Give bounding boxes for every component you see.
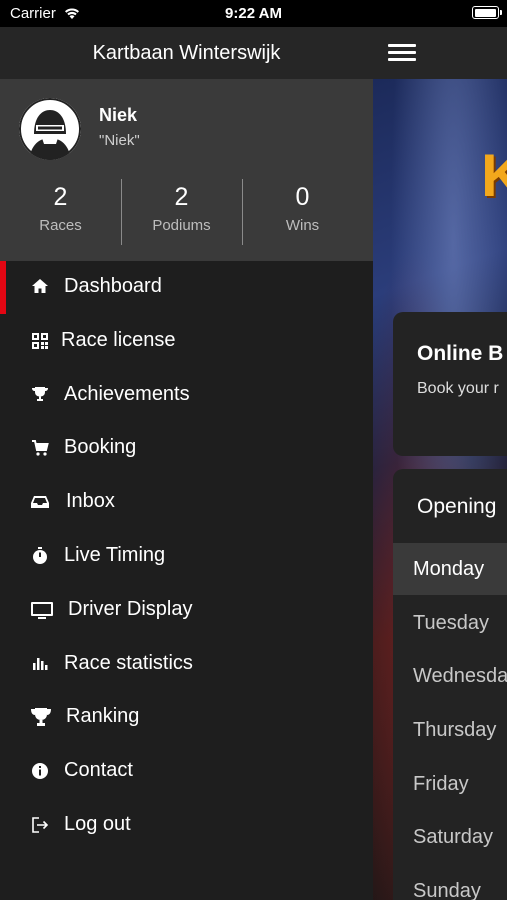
navigation-drawer: Kartbaan Winterswijk Niek "Niek" 2 Races… (0, 27, 373, 900)
menu-label: Achievements (64, 382, 190, 405)
trophy-small-icon (32, 386, 48, 401)
day-row[interactable]: Tuesday (393, 597, 507, 649)
battery-level (474, 8, 496, 17)
info-icon (32, 763, 48, 780)
day-row[interactable]: Monday (393, 543, 507, 595)
helmet-avatar-icon (19, 98, 81, 160)
menu-item-dashboard[interactable]: Dashboard (0, 261, 373, 315)
menu-label: Live Timing (64, 543, 166, 566)
menu-item-ranking[interactable]: Ranking (0, 691, 373, 745)
hero-logo: K (481, 142, 507, 209)
stat-races: 2 Races (0, 179, 121, 245)
stat-label: Wins (285, 217, 320, 234)
menu-label: Driver Display (68, 597, 193, 620)
stat-podiums: 2 Podiums (121, 179, 242, 245)
battery-icon (472, 6, 502, 19)
menu-label: Contact (64, 759, 133, 782)
menu-item-booking[interactable]: Booking (0, 422, 373, 476)
avatar[interactable] (19, 98, 81, 160)
drawer-menu: Dashboard Race license Achievements Book… (0, 261, 373, 853)
menu-label: Race license (61, 328, 176, 351)
booking-card-subtitle: Book your r (417, 380, 499, 397)
menu-item-inbox[interactable]: Inbox (0, 476, 373, 530)
menu-item-race-statistics[interactable]: Race statistics (0, 638, 373, 692)
drawer-title: Kartbaan Winterswijk (0, 27, 373, 79)
profile-panel[interactable]: Niek "Niek" 2 Races 2 Podiums 0 Wins (0, 79, 373, 261)
status-bar: Carrier 9:22 AM (0, 0, 507, 27)
main-header (373, 27, 507, 79)
monitor-icon (31, 601, 53, 619)
stat-value: 2 (174, 183, 189, 211)
menu-item-race-license[interactable]: Race license (0, 315, 373, 369)
menu-item-driver-display[interactable]: Driver Display (0, 584, 373, 638)
menu-label: Dashboard (64, 275, 162, 297)
day-row[interactable]: Saturday (393, 811, 507, 863)
stopwatch-icon (33, 546, 47, 564)
profile-name: Niek (99, 105, 138, 125)
online-booking-card[interactable]: Online B Book your r (393, 312, 507, 456)
main-content: K Online B Book your r Opening Monday Tu… (373, 27, 507, 900)
trophy-icon (31, 708, 51, 727)
clock: 9:22 AM (225, 5, 282, 22)
menu-item-live-timing[interactable]: Live Timing (0, 530, 373, 584)
day-row[interactable]: Thursday (393, 704, 507, 756)
menu-label: Ranking (66, 705, 140, 728)
menu-item-achievements[interactable]: Achievements (0, 369, 373, 423)
stat-value: 0 (295, 183, 310, 211)
menu-item-log-out[interactable]: Log out (0, 799, 373, 853)
opening-hours-card: Opening Monday Tuesday Wednesda Thursday… (393, 469, 507, 900)
menu-label: Race statistics (64, 651, 193, 674)
day-row[interactable]: Wednesda (393, 650, 507, 702)
logout-icon (32, 817, 49, 833)
day-row[interactable]: Friday (393, 758, 507, 810)
menu-label: Log out (64, 812, 131, 835)
stat-label: Races (39, 217, 82, 234)
opening-hours-title: Opening (417, 495, 497, 518)
menu-item-contact[interactable]: Contact (0, 745, 373, 799)
stat-value: 2 (53, 183, 68, 211)
menu-label: Inbox (66, 490, 115, 513)
qr-code-icon (32, 332, 48, 349)
bar-chart-icon (33, 657, 48, 670)
hamburger-menu-icon[interactable] (388, 44, 416, 62)
menu-label: Booking (64, 436, 137, 459)
day-row[interactable]: Sunday (393, 865, 507, 900)
home-icon (32, 279, 48, 293)
inbox-icon (31, 496, 49, 509)
stats-row: 2 Races 2 Podiums 0 Wins (0, 179, 373, 245)
booking-card-title: Online B (417, 342, 504, 365)
stat-wins: 0 Wins (242, 179, 363, 245)
cart-icon (32, 440, 49, 456)
profile-nickname: "Niek" (99, 132, 140, 149)
stat-label: Podiums (152, 217, 211, 234)
